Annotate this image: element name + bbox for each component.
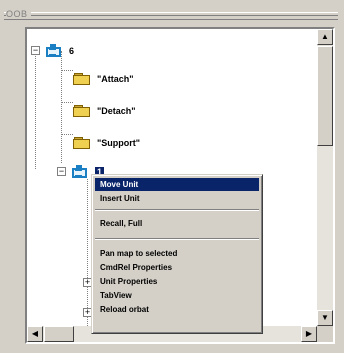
collapse-toggle[interactable]: − (31, 46, 40, 55)
panel-title: OOB (6, 9, 31, 19)
menu-separator (95, 209, 259, 211)
horizontal-scroll-thumb[interactable] (44, 326, 74, 342)
menu-item-insert-unit[interactable]: Insert Unit (95, 192, 259, 205)
context-menu: Move Unit Insert Unit Recall, Full Pan m… (91, 174, 263, 334)
title-grip (4, 12, 338, 20)
tree-node-folder[interactable]: "Detach" (73, 103, 136, 119)
tree-node-folder[interactable]: "Support" (73, 135, 140, 151)
vertical-scrollbar[interactable]: ▲ ▼ (317, 29, 333, 326)
scrollbar-corner (317, 326, 333, 342)
tree-node-root[interactable]: − 6 (31, 43, 74, 59)
folder-icon (73, 73, 91, 85)
vertical-scroll-thumb[interactable] (317, 46, 333, 146)
scroll-up-button[interactable]: ▲ (317, 29, 333, 45)
scroll-right-button[interactable]: ▶ (301, 326, 317, 342)
tree-node-label: 6 (69, 46, 75, 56)
menu-item-cmdrel-properties[interactable]: CmdRel Properties (95, 261, 259, 274)
oob-panel: OOB − 6 "Attach" "Detach" "Support" − 1 … (0, 0, 344, 353)
menu-item-move-unit[interactable]: Move Unit (95, 178, 259, 191)
unit-icon (71, 165, 89, 179)
tree-guide (61, 134, 73, 135)
tree-node-folder[interactable]: "Attach" (73, 71, 134, 87)
tree-node-label: "Attach" (97, 74, 134, 84)
scroll-down-button[interactable]: ▼ (317, 310, 333, 326)
menu-item-pan-map[interactable]: Pan map to selected (95, 247, 259, 260)
folder-icon (73, 137, 91, 149)
unit-icon (45, 44, 63, 58)
tree-node-label: "Detach" (97, 106, 136, 116)
menu-item-reload-orbat[interactable]: Reload orbat (95, 303, 259, 316)
tree-node-label: "Support" (97, 138, 141, 148)
tree-guide (61, 51, 62, 163)
tree-guide (35, 54, 36, 169)
menu-item-unit-properties[interactable]: Unit Properties (95, 275, 259, 288)
menu-separator (95, 238, 259, 240)
menu-item-tabview[interactable]: TabView (95, 289, 259, 302)
panel-titlebar[interactable]: OOB (4, 9, 338, 21)
folder-icon (73, 105, 91, 117)
menu-item-recall-full[interactable]: Recall, Full (95, 217, 259, 230)
collapse-toggle[interactable]: − (57, 167, 66, 176)
tree-guide (61, 70, 73, 71)
tree-guide (61, 102, 73, 103)
scroll-left-button[interactable]: ◀ (27, 326, 43, 342)
